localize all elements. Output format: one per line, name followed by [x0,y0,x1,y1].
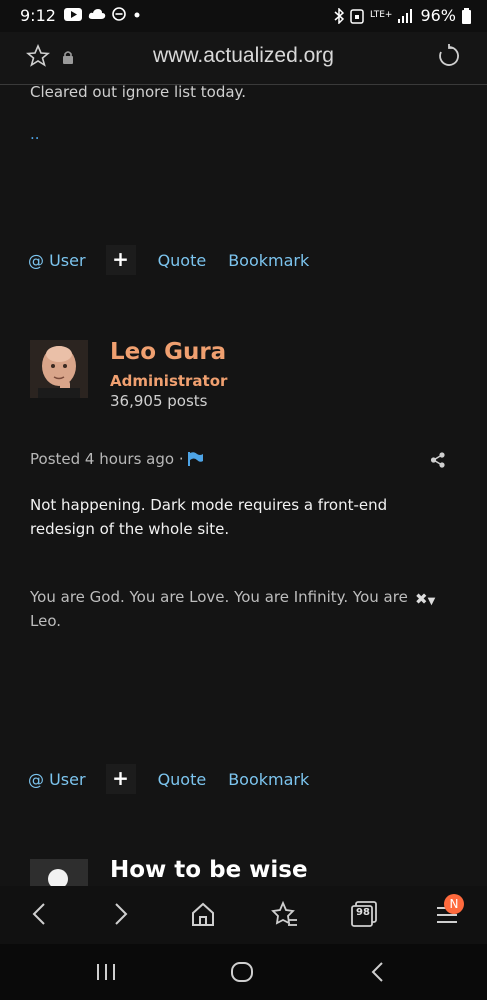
post-meta: Posted 4 hours ago · [30,450,204,468]
post-actions: @ User + Quote Bookmark [28,764,309,794]
posted-time[interactable]: Posted 4 hours ago · [30,450,184,468]
reload-icon[interactable] [437,44,461,68]
home-icon[interactable] [190,900,216,928]
next-post-title[interactable]: How to be wise [110,857,308,883]
youtube-icon [64,7,82,21]
home-button-icon[interactable] [229,960,255,984]
alarm-icon [350,8,364,24]
next-post-avatar[interactable] [30,859,88,886]
mention-user-button[interactable]: @ User [28,251,86,270]
battery-percent: 96% [420,6,456,25]
bookmark-button[interactable]: Bookmark [228,251,309,270]
author-post-count: 36,905 posts [110,392,208,410]
network-type: LTE+ [369,10,393,20]
author-role: Administrator [110,372,228,390]
quote-button[interactable]: Quote [158,770,207,789]
notification-badge: N [444,894,464,914]
status-bar: 9:12 LTE+ 96% [0,0,487,32]
post-body: Not happening. Dark mode requires a fron… [30,496,388,538]
post-signature: You are God. You are Love. You are Infin… [30,588,408,630]
plus-button[interactable]: + [105,764,136,794]
cloud-icon [88,9,106,19]
signal-icon [398,8,413,23]
bookmark-button[interactable]: Bookmark [228,770,309,789]
previous-post-link[interactable]: .. [30,125,40,143]
previous-post-text: Cleared out ignore list today. [30,85,247,101]
close-icon[interactable]: ✖ [415,590,428,608]
dnd-icon [112,7,126,21]
url-text[interactable]: www.actualized.org [0,44,487,68]
bluetooth-icon [334,7,344,24]
author-avatar[interactable] [30,340,88,398]
forum-content: Cleared out ignore list today. .. @ User… [0,85,487,886]
bookmarks-icon[interactable] [270,900,298,928]
previous-post-actions: @ User + Quote Bookmark [28,245,309,275]
default-avatar-icon [48,869,68,886]
battery-icon [462,7,471,24]
chevron-down-icon[interactable]: ▼ [428,596,436,607]
browser-bottom-nav: 98 N [0,886,487,944]
quote-button[interactable]: Quote [158,251,207,270]
mention-user-button[interactable]: @ User [28,770,86,789]
status-time: 9:12 [20,6,56,25]
recent-apps-icon[interactable] [95,960,117,984]
notification-icons [64,7,142,21]
plus-button[interactable]: + [105,245,136,275]
signature-controls[interactable]: ✖▼ [415,590,435,608]
avatar-image [30,340,88,398]
tabs-count: 98 [356,907,370,918]
author-name[interactable]: Leo Gura [110,339,226,365]
system-nav-bar [0,944,487,1000]
browser-url-bar: www.actualized.org [0,32,487,85]
back-button-icon[interactable] [368,960,388,984]
dot-icon [134,12,140,18]
share-icon[interactable] [430,452,446,468]
flag-icon[interactable] [187,452,204,466]
back-icon[interactable] [28,900,50,928]
forward-icon[interactable] [110,900,132,928]
status-right: LTE+ 96% [334,6,471,25]
